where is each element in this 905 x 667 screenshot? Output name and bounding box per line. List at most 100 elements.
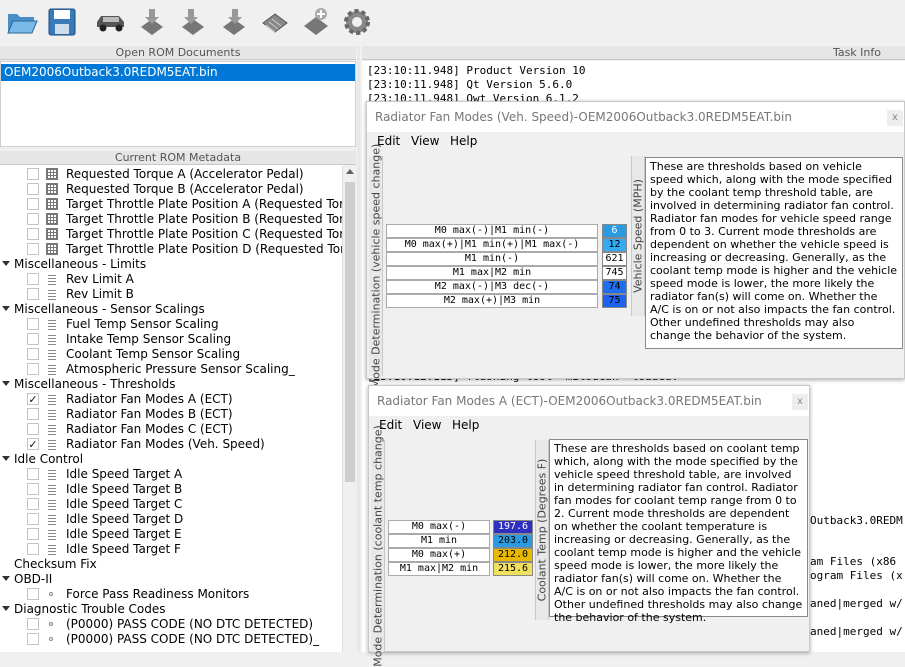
value-cell[interactable]: 215.6 [493,562,533,576]
panel-splitter[interactable] [357,46,360,652]
item-checkbox[interactable] [27,513,39,525]
item-checkbox[interactable]: ✓ [27,438,39,450]
value-cell[interactable]: 212.0 [493,548,533,562]
item-label: Radiator Fan Modes C (ECT) [66,422,233,436]
item-checkbox[interactable] [27,528,39,540]
item-checkbox[interactable] [27,243,39,255]
chip-icon[interactable] [256,3,294,41]
tree-category[interactable]: Miscellaneous - Limits [0,257,344,272]
tree-scrollbar[interactable] [342,166,356,652]
item-checkbox[interactable] [27,408,39,420]
value-cell[interactable]: 75 [602,294,627,308]
row-header: M0 max(-) [388,520,490,534]
value-cell[interactable]: 203.0 [493,534,533,548]
tree-item[interactable]: Radiator Fan Modes C (ECT) [0,422,344,437]
item-checkbox[interactable] [27,288,39,300]
chip-download-alt-icon[interactable] [215,3,253,41]
scroll-up-icon[interactable] [346,169,354,174]
save-icon[interactable] [43,3,81,41]
chip-download-icon[interactable] [133,3,171,41]
tree-item[interactable]: Intake Temp Sensor Scaling [0,332,344,347]
menu-help[interactable]: Help [452,418,479,432]
item-checkbox[interactable] [27,543,39,555]
tree-item[interactable]: Idle Speed Target D [0,512,344,527]
expand-arrow-icon[interactable] [2,261,10,266]
tree-item[interactable]: ✓ Radiator Fan Modes A (ECT) [0,392,344,407]
value-cell[interactable]: 621 [602,252,627,266]
tree-item[interactable]: (P0000) PASS CODE (NO DTC DETECTED)_ [0,632,344,647]
category-label: Miscellaneous - Thresholds [14,377,176,391]
tree-item[interactable]: Radiator Fan Modes B (ECT) [0,407,344,422]
item-checkbox[interactable] [27,168,39,180]
tree-item[interactable]: Coolant Temp Sensor Scaling [0,347,344,362]
scroll-thumb[interactable] [345,182,355,482]
close-icon[interactable]: x [887,110,903,126]
expand-arrow-icon[interactable] [2,606,10,611]
tree-item[interactable]: (P0000) PASS CODE (NO DTC DETECTED) [0,617,344,632]
close-icon[interactable]: x [792,394,808,410]
tree-item[interactable]: Requested Torque B (Accelerator Pedal) [0,182,344,197]
tree-item[interactable]: Target Throttle Plate Position C (Reques… [0,227,344,242]
row-header: M0 max(-)|M1 min(-) [386,224,598,238]
value-cell[interactable]: 74 [602,280,627,294]
tree-category[interactable]: Diagnostic Trouble Codes [0,602,344,617]
tree-item[interactable]: ✓ Radiator Fan Modes (Veh. Speed) [0,437,344,452]
tree-category[interactable]: OBD-II [0,572,344,587]
item-checkbox[interactable] [27,363,39,375]
tree-item[interactable]: Target Throttle Plate Position B (Reques… [0,212,344,227]
item-checkbox[interactable] [27,498,39,510]
item-checkbox[interactable] [27,273,39,285]
item-checkbox[interactable] [27,318,39,330]
menu-view[interactable]: View [413,418,441,432]
gear-icon[interactable] [338,3,376,41]
menu-view[interactable]: View [411,134,439,148]
category-label: Idle Control [14,452,84,466]
menu-help[interactable]: Help [450,134,477,148]
value-cell[interactable]: 6 [602,224,627,238]
tree-item[interactable]: Atmospheric Pressure Sensor Scaling_ [0,362,344,377]
tree-item[interactable]: Rev Limit A [0,272,344,287]
expand-arrow-icon[interactable] [2,381,10,386]
tree-item[interactable]: Idle Speed Target B [0,482,344,497]
tree-item[interactable]: Idle Speed Target F [0,542,344,557]
column-icon [48,363,56,375]
tree-category[interactable]: Miscellaneous - Sensor Scalings [0,302,344,317]
tree-category[interactable]: Idle Control [0,452,344,467]
open-folder-icon[interactable] [3,3,41,41]
value-cell[interactable]: 197.6 [493,520,533,534]
item-checkbox[interactable] [27,588,39,600]
item-checkbox[interactable] [27,483,39,495]
item-checkbox[interactable]: ✓ [27,393,39,405]
item-checkbox[interactable] [27,618,39,630]
coolant-axis-label: Coolant Temp (Degrees F) [535,440,549,620]
value-cell[interactable]: 745 [602,266,627,280]
item-checkbox[interactable] [27,633,39,645]
rom-document-item[interactable]: OEM2006Outback3.0REDM5EAT.bin [1,64,355,81]
tree-item[interactable]: Idle Speed Target C [0,497,344,512]
tree-category[interactable]: Checksum Fix [0,557,344,572]
tree-item[interactable]: Force Pass Readiness Monitors [0,587,344,602]
item-checkbox[interactable] [27,348,39,360]
item-checkbox[interactable] [27,333,39,345]
item-checkbox[interactable] [27,198,39,210]
tree-item[interactable]: Fuel Temp Sensor Scaling [0,317,344,332]
tree-category[interactable]: Miscellaneous - Thresholds [0,377,344,392]
tree-item[interactable]: Idle Speed Target A [0,467,344,482]
car-icon[interactable] [92,3,130,41]
item-checkbox[interactable] [27,183,39,195]
tree-item[interactable]: Rev Limit B [0,287,344,302]
expand-arrow-icon[interactable] [2,306,10,311]
tree-item[interactable]: Target Throttle Plate Position D (Reques… [0,242,344,257]
item-checkbox[interactable] [27,423,39,435]
expand-arrow-icon[interactable] [2,576,10,581]
value-cell[interactable]: 12 [602,238,627,252]
chip-add-icon[interactable] [297,3,335,41]
tree-item[interactable]: Target Throttle Plate Position A (Reques… [0,197,344,212]
item-checkbox[interactable] [27,213,39,225]
item-checkbox[interactable] [27,468,39,480]
chip-arrow-icon[interactable] [174,3,212,41]
item-checkbox[interactable] [27,228,39,240]
tree-item[interactable]: Idle Speed Target E [0,527,344,542]
tree-item[interactable]: Requested Torque A (Accelerator Pedal) [0,167,344,182]
expand-arrow-icon[interactable] [2,456,10,461]
